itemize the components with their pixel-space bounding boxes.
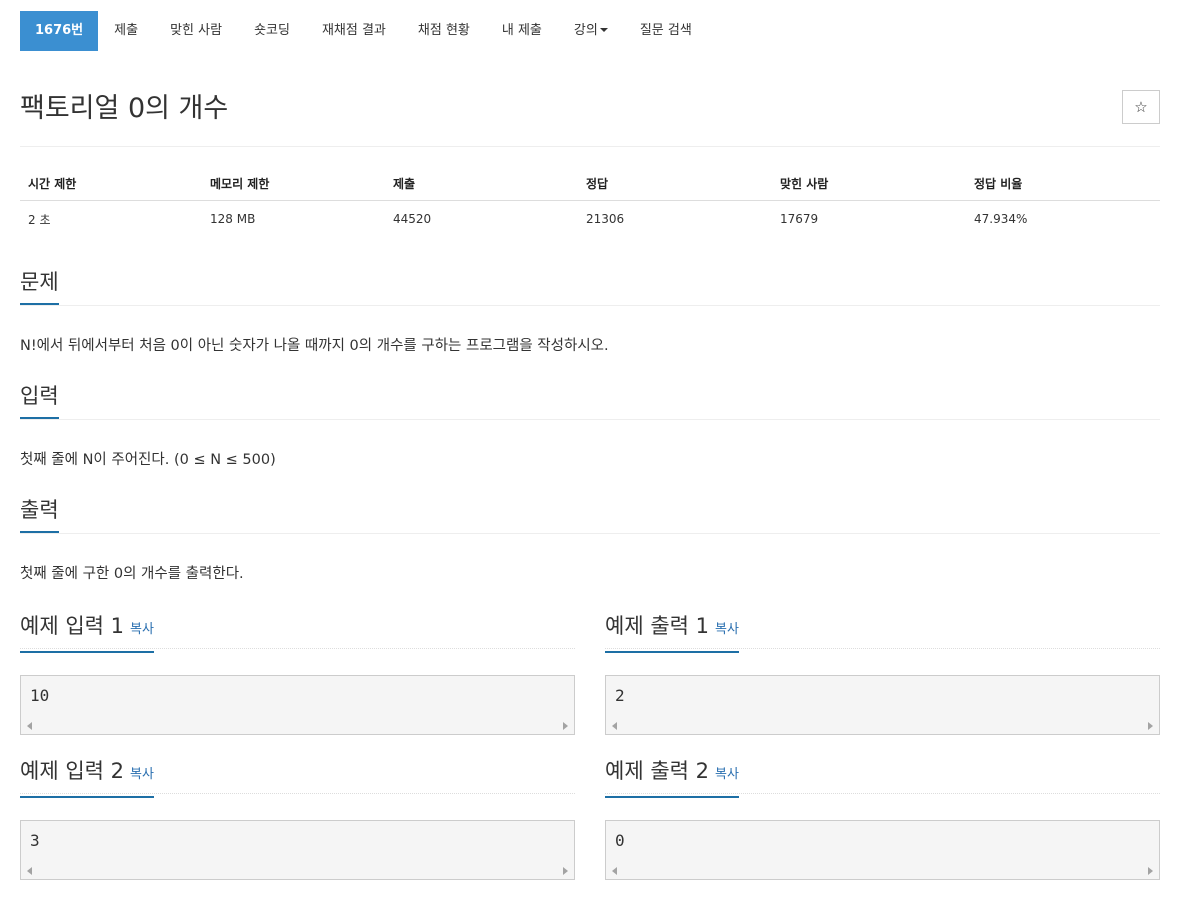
- description-text: N!에서 뒤에서부터 처음 0이 아닌 숫자가 나올 때까지 0의 개수를 구하…: [20, 338, 609, 354]
- sample-heading: 예제 입력 1 복사: [20, 612, 154, 653]
- scroll-right-icon[interactable]: [1148, 722, 1153, 730]
- sample-code-box[interactable]: 10: [20, 675, 575, 735]
- stats-memory-limit: 128 MB: [210, 212, 256, 226]
- tab-lectures-label: 강의: [573, 23, 598, 38]
- sample-heading: 예제 출력 2 복사: [605, 757, 739, 798]
- description-section-header: 문제: [20, 268, 1160, 308]
- input-text: 첫째 줄에 N이 주어진다. (0 ≤ N ≤ 500): [20, 452, 276, 468]
- horizontal-scrollbar[interactable]: [606, 863, 1159, 879]
- sample-value: 0: [615, 831, 625, 850]
- scroll-left-icon[interactable]: [612, 867, 617, 875]
- stats-solved-users: 17679: [780, 212, 819, 226]
- problem-title: 팩토리얼 0의 개수: [20, 93, 229, 124]
- description-heading: 문제: [20, 268, 59, 305]
- sample-heading-text: 예제 출력 2: [605, 759, 709, 783]
- copy-button[interactable]: 복사: [715, 767, 739, 782]
- star-icon: ☆: [1134, 98, 1148, 116]
- problem-tab-bar: 1676번 제출 맞힌 사람 숏코딩 재채점 결과 채점 현황 내 제출 강의 …: [20, 11, 708, 51]
- copy-button[interactable]: 복사: [130, 767, 154, 782]
- sample-header: 예제 출력 1 복사: [605, 612, 1160, 653]
- input-heading: 입력: [20, 382, 59, 419]
- input-section-header: 입력: [20, 382, 1160, 422]
- stats-header-cell: 시간 제한: [28, 176, 77, 191]
- stats-header-cell: 맞힌 사람: [780, 176, 829, 191]
- sample-output-1: 예제 출력 1 복사 2: [605, 612, 1160, 735]
- section-divider: [20, 419, 1160, 420]
- scroll-left-icon[interactable]: [27, 722, 32, 730]
- sample-header: 예제 출력 2 복사: [605, 757, 1160, 798]
- sample-input-2: 예제 입력 2 복사 3: [20, 757, 575, 880]
- sample-code-box[interactable]: 3: [20, 820, 575, 880]
- stats-value-row: 2 초 128 MB 44520 21306 17679 47.934%: [20, 201, 1160, 237]
- scroll-right-icon[interactable]: [563, 867, 568, 875]
- stats-time-limit: 2 초: [28, 212, 51, 227]
- sample-value: 10: [30, 686, 50, 705]
- sample-value: 2: [615, 686, 625, 705]
- stats-header-cell: 정답: [586, 176, 609, 191]
- stats-header-cell: 정답 비율: [974, 176, 1023, 191]
- copy-button[interactable]: 복사: [715, 622, 739, 637]
- scroll-left-icon[interactable]: [612, 722, 617, 730]
- stats-correct-ratio: 47.934%: [974, 212, 1028, 226]
- tab-lectures[interactable]: 강의: [558, 11, 624, 51]
- sample-code-box[interactable]: 2: [605, 675, 1160, 735]
- tab-submit[interactable]: 제출: [98, 11, 154, 51]
- section-divider: [20, 533, 1160, 534]
- sample-code-box[interactable]: 0: [605, 820, 1160, 880]
- stats-header-row: 시간 제한 메모리 제한 제출 정답 맞힌 사람 정답 비율: [20, 166, 1160, 201]
- sample-heading-text: 예제 입력 1: [20, 614, 124, 638]
- copy-button[interactable]: 복사: [130, 622, 154, 637]
- sample-value: 3: [30, 831, 40, 850]
- problem-stats-table: 시간 제한 메모리 제한 제출 정답 맞힌 사람 정답 비율 2 초 128 M…: [20, 166, 1160, 237]
- output-text: 첫째 줄에 구한 0의 개수를 출력한다.: [20, 566, 244, 582]
- tab-rejudge-results[interactable]: 재채점 결과: [306, 11, 402, 51]
- tab-judge-status[interactable]: 채점 현황: [402, 11, 486, 51]
- stats-header-cell: 메모리 제한: [210, 176, 270, 191]
- sample-input-1: 예제 입력 1 복사 10: [20, 612, 575, 735]
- tab-my-submissions[interactable]: 내 제출: [486, 11, 558, 51]
- sample-header: 예제 입력 2 복사: [20, 757, 575, 798]
- output-section-header: 출력: [20, 496, 1160, 536]
- sample-heading-text: 예제 출력 1: [605, 614, 709, 638]
- stats-submissions: 44520: [393, 212, 432, 226]
- sample-heading-text: 예제 입력 2: [20, 759, 124, 783]
- caret-down-icon: [599, 27, 608, 32]
- section-divider: [20, 305, 1160, 306]
- favorite-star-button[interactable]: ☆: [1122, 90, 1160, 124]
- output-heading: 출력: [20, 496, 59, 533]
- title-divider: [20, 146, 1160, 147]
- horizontal-scrollbar[interactable]: [21, 718, 574, 734]
- scroll-left-icon[interactable]: [27, 867, 32, 875]
- sample-output-2: 예제 출력 2 복사 0: [605, 757, 1160, 880]
- horizontal-scrollbar[interactable]: [21, 863, 574, 879]
- horizontal-scrollbar[interactable]: [606, 718, 1159, 734]
- tab-problem-number[interactable]: 1676번: [20, 11, 99, 51]
- stats-correct: 21306: [586, 212, 625, 226]
- scroll-right-icon[interactable]: [563, 722, 568, 730]
- sample-heading: 예제 출력 1 복사: [605, 612, 739, 653]
- stats-header-cell: 제출: [393, 176, 416, 191]
- tab-question-search[interactable]: 질문 검색: [624, 11, 708, 51]
- tab-short-coding[interactable]: 숏코딩: [238, 11, 306, 51]
- scroll-right-icon[interactable]: [1148, 867, 1153, 875]
- sample-heading: 예제 입력 2 복사: [20, 757, 154, 798]
- tab-solved-users[interactable]: 맞힌 사람: [154, 11, 238, 51]
- sample-header: 예제 입력 1 복사: [20, 612, 575, 653]
